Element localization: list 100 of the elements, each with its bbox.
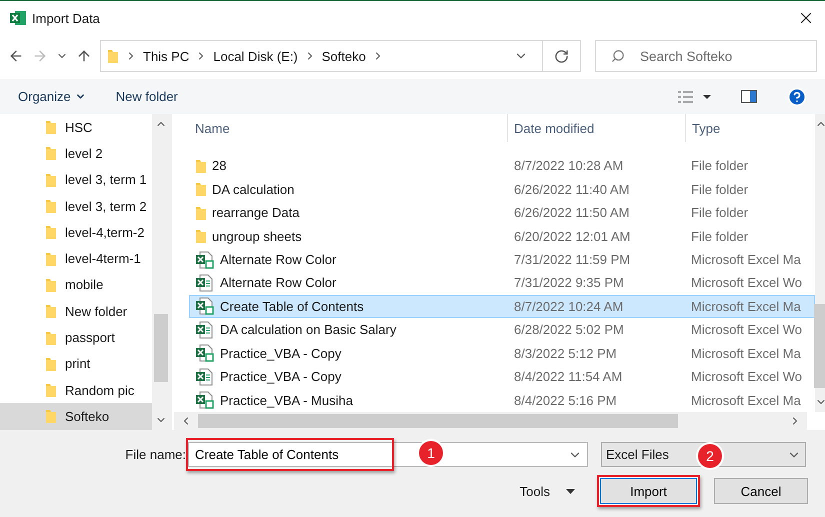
field-label: File name: [124,447,187,462]
file-row[interactable]: DA calculation on Basic Salary 6/28/2022 5:02 PM Microsoft Excel Wo [189,318,815,342]
date-cell-text: 6/20/2022 12:01 AM [513,228,632,244]
folder-icon [45,356,57,372]
scrollbar-thumb[interactable] [814,304,825,388]
sidebar-item[interactable]: level-4term-1 [0,245,152,272]
organize-menu[interactable]: Organize [18,89,86,104]
address-bar[interactable]: This PC Local Disk (E:) Softeko [100,40,543,72]
date-cell-text: 8/4/2022 11:54 AM [513,369,624,384]
date-cell-text: 6/26/2022 11:50 AM [513,205,630,220]
file-row[interactable]: Alternate Row Color 7/31/2022 9:35 PM Microsoft Excel Wo [189,271,815,295]
scrollbar-thumb[interactable] [198,414,678,428]
sidebar-item[interactable]: print [0,350,152,377]
file-row[interactable]: Practice_VBA - Musiha 8/4/2022 5:16 PM Microsoft Excel Ma [189,388,815,412]
file-name: ungroup sheets [189,228,507,244]
folder-icon [195,158,207,174]
macro-workbook-icon [195,391,215,410]
file-name: 28 [189,158,507,174]
workbook-icon [195,368,215,386]
folder-icon [45,224,57,240]
folder-icon [45,119,57,136]
macro-workbook-icon [195,344,215,362]
sidebar-item[interactable]: level 2 [0,140,152,167]
folder-icon [45,250,57,267]
search-icon [611,49,625,63]
date-cell-text: 7/31/2022 9:35 PM [513,275,625,290]
search-field[interactable]: Search Softeko [595,40,817,72]
sidebar-item[interactable]: Softeko [0,403,152,430]
folder-icon [45,198,57,214]
macro-workbook-icon [195,297,215,316]
scrollbar-thumb[interactable] [154,314,168,382]
date-cell-text: 7/31/2022 11:59 PM [513,252,632,268]
folder-icon [45,172,57,188]
sidebar-item[interactable]: level 3, term 1 [0,166,152,193]
type-cell-text: Microsoft Excel Wo [690,275,804,290]
scrollbar[interactable] [152,114,170,430]
file-name: DA calculation [189,181,507,198]
folder-icon [195,204,207,221]
file-name: DA calculation on Basic Salary [189,320,507,339]
folder-icon [195,181,207,198]
back-icon[interactable] [8,48,24,64]
workbook-icon [195,320,215,339]
sidebar-item[interactable]: level-4,term-2 [0,219,152,246]
file-row[interactable]: rearrange Data 6/26/2022 11:50 AM File folder [189,200,815,224]
type-cell-text: File folder [690,158,750,174]
folder-icon [195,228,207,244]
step-marker: 1 [419,441,443,465]
breadcrumb-item[interactable]: Softeko [322,48,366,64]
sidebar-item[interactable]: Random pic [0,376,152,404]
scrollbar[interactable] [815,114,825,412]
file-row[interactable]: ungroup sheets 6/20/2022 12:01 AM File folder [189,224,815,248]
scrollbar[interactable] [174,412,807,430]
date-cell-text: 6/28/2022 5:02 PM [513,322,625,338]
file-row[interactable]: Create Table of Contents 8/7/2022 10:24 AM Microsoft Excel Ma [189,294,815,318]
new-folder-button[interactable]: New folder [116,89,178,104]
sidebar-item[interactable]: level 3, term 2 [0,192,152,220]
file-name: rearrange Data [189,204,507,221]
column-header[interactable]: Date modified [507,114,685,142]
macro-workbook-icon [195,250,215,269]
file-row[interactable]: DA calculation 6/26/2022 11:40 AM File folder [189,177,815,201]
file-name: Alternate Row Color [189,250,507,269]
folder-icon [107,48,119,64]
type-cell-text: Microsoft Excel Wo [690,369,804,384]
type-cell-text: Microsoft Excel Ma [690,298,802,314]
file-row[interactable]: Practice_VBA - Copy 8/4/2022 11:54 AM Microsoft Excel Wo [189,365,815,389]
preview-pane-icon[interactable] [741,90,757,103]
type-cell-text: Microsoft Excel Ma [690,392,802,408]
help-icon[interactable] [787,86,807,106]
refresh-button[interactable] [543,40,581,72]
step-marker: 2 [698,444,722,468]
breadcrumb-item[interactable]: This PC [143,48,190,64]
caret-icon [566,488,575,494]
cancel-button[interactable]: Cancel [714,478,808,504]
file-row[interactable]: 28 8/7/2022 10:28 AM File folder [189,154,815,178]
sidebar-item[interactable]: HSC [0,114,152,140]
tools-menu[interactable]: Tools [520,484,575,498]
view-options-icon[interactable] [677,90,711,104]
column-header[interactable]: Name [189,114,507,142]
file-name: Practice_VBA - Copy [189,368,507,386]
sidebar-item[interactable]: passport [0,324,152,351]
file-row[interactable]: Alternate Row Color 7/31/2022 11:59 PM Microsoft Excel Ma [189,248,815,272]
file-row[interactable]: Practice_VBA - Copy 8/3/2022 5:12 PM Microsoft Excel Ma [189,342,815,366]
type-cell-text: File folder [690,182,750,197]
folder-icon [45,408,57,424]
date-cell-text: 8/3/2022 5:12 PM [513,346,618,361]
folder-icon [45,330,57,346]
type-cell-text: Microsoft Excel Ma [690,252,802,268]
breadcrumb-item[interactable]: Local Disk (E:) [213,48,298,64]
date-cell-text: 8/7/2022 10:28 AM [513,158,624,174]
date-cell-text: 6/26/2022 11:40 AM [513,182,630,197]
excel-logo-icon [10,10,26,26]
folder-icon [45,145,57,162]
type-cell-text: Microsoft Excel Ma [690,346,802,361]
sidebar-item[interactable]: New folder [0,298,152,324]
import-button[interactable]: Import [600,478,697,504]
file-name: Alternate Row Color [189,274,507,292]
sidebar-item[interactable]: mobile [0,272,152,298]
type-cell-text: File folder [690,205,750,220]
up-icon[interactable] [76,48,92,64]
folder-icon [45,303,57,320]
